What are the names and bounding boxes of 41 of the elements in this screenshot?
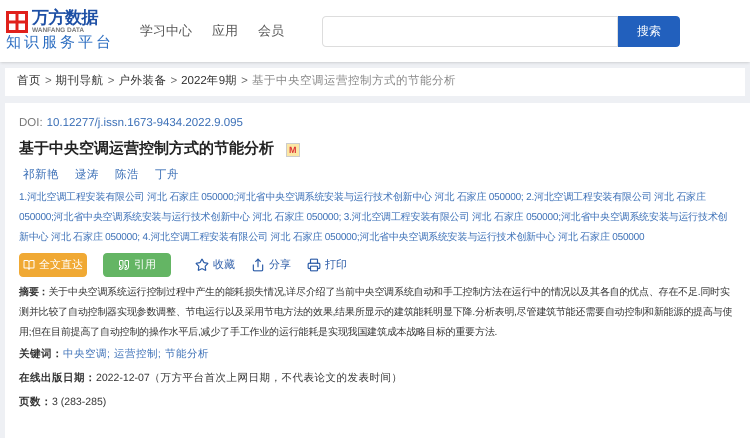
m-badge: M	[286, 142, 300, 156]
article-title: 基于中央空调运营控制方式的节能分析	[19, 139, 274, 160]
breadcrumb-separator: >	[170, 74, 178, 90]
publish-date: 在线出版日期：2022-12-07（万方平台首次上网日期，不代表论文的发表时间）	[19, 370, 404, 386]
author-link[interactable]: 丁舟	[155, 166, 179, 184]
breadcrumb-link[interactable]: 期刊导航	[56, 73, 104, 91]
author-link[interactable]: 逯涛	[75, 166, 99, 184]
search-button[interactable]: 搜索	[618, 16, 680, 46]
breadcrumb-link[interactable]: 基于中央空调运营控制方式的节能分析	[252, 73, 456, 91]
affiliations-text: 1.河北空调工程安装有限公司 河北 石家庄 050000;河北省中央空调系统安装与运行技术创新中心 河北 石家庄 050000; 2.河北空调工程安装有限公司 河北 石家庄 050000;河北省中央空调系统安装与运行技术创新中心 河北 石家庄 050000; 3.河北空调工程安装有限公司 河北 石家庄 050000;河北省中央空调系统安装与运行技术创新中心 河北 石家庄 050000; 4.河北空调工程安装有限公司 河北 石家庄 050000;河北省中央空调系统安装与运行技术创新中心 河北 石家庄 050000	[19, 190, 728, 245]
doi-link[interactable]: 10.12277/j.issn.1673-9434.2022.9.095	[46, 115, 243, 132]
nav-link[interactable]: 应用	[212, 21, 238, 41]
logo-subtitle: 知识服务平台	[6, 34, 115, 54]
keywords-label: 关键词：	[19, 347, 63, 362]
page-count: 页数：3 (283-285)	[19, 394, 108, 410]
breadcrumb-separator: >	[45, 74, 52, 90]
nav-link[interactable]: 会员	[258, 21, 284, 41]
search-field[interactable]	[322, 16, 618, 46]
action-button[interactable]: 打印	[307, 256, 347, 274]
nav-link[interactable]: 学习中心	[140, 21, 192, 41]
doi-label: DOI:	[19, 116, 43, 131]
keyword-link[interactable]: 运营控制;	[114, 347, 161, 363]
quote-icon	[118, 259, 130, 271]
keyword-link[interactable]: 节能分析	[164, 347, 209, 363]
share-icon	[251, 258, 265, 272]
action-button[interactable]: 收藏	[195, 256, 235, 274]
abstract-text: 摘要：关于中央空调系统运行控制过程中产生的能耗损失情况,详尽介绍了当前中央空调系统自动和手工控制方法在运行中的情况以及其各自的优点、存在不足.同时实测并比较了自动控制器实现参数调整、节电运行以及采用节电方法的效果,结果所显示的建筑能耗明显下降.分析表明,尽管建筑节能还需要自动控制和新能源的提高与使用;但在目前提高了自动控制的操作水平后,减少了手工作业的运行能耗是实现我国建筑成本战略目标的重要方法.	[19, 285, 734, 340]
logo-icon	[6, 10, 28, 33]
author-link[interactable]: 祁新艳	[23, 166, 59, 184]
printer-icon	[307, 258, 321, 272]
keyword-link[interactable]: 中央空调;	[63, 347, 110, 363]
breadcrumb-link[interactable]: 户外装备	[118, 73, 166, 91]
star-icon	[195, 258, 209, 272]
breadcrumb-link[interactable]: 2022年9期	[181, 73, 238, 91]
breadcrumb-link[interactable]: 首页	[17, 73, 41, 91]
breadcrumb-separator: >	[241, 74, 248, 90]
book-icon	[23, 259, 35, 271]
action-button[interactable]: 分享	[251, 256, 291, 274]
logo-name: 万方数据	[32, 8, 98, 26]
breadcrumb-separator: >	[108, 74, 114, 90]
author-link[interactable]: 陈浩	[115, 166, 139, 184]
